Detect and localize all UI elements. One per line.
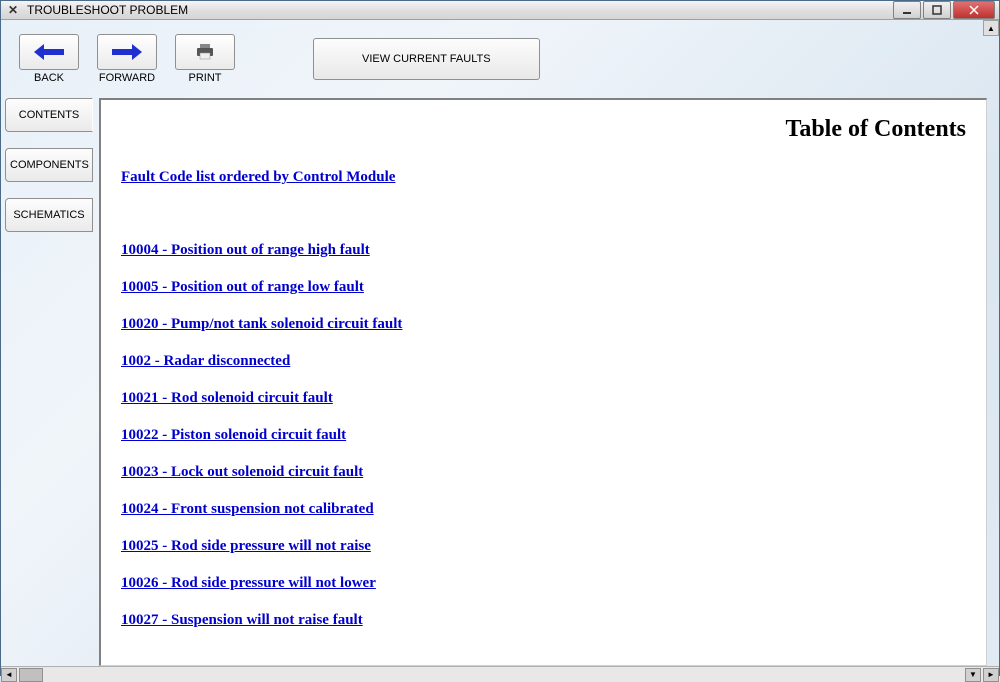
fault-link[interactable]: 10022 - Piston solenoid circuit fault [121,427,966,444]
fault-link[interactable]: 1002 - Radar disconnected [121,353,966,370]
window-frame: ✕ TROUBLESHOOT PROBLEM ▲ BACK [0,0,1000,676]
content-area: CONTENTS COMPONENTS SCHEMATICS Table of … [1,98,999,666]
window-title: TROUBLESHOOT PROBLEM [27,3,891,17]
fault-link[interactable]: 10023 - Lock out solenoid circuit fault [121,464,966,481]
scroll-up-arrow[interactable]: ▲ [983,20,999,36]
fault-link[interactable]: 10005 - Position out of range low fault [121,279,966,296]
scroll-down-arrow[interactable]: ▼ [965,668,981,682]
tab-schematics[interactable]: SCHEMATICS [5,198,93,232]
fault-link[interactable]: 10021 - Rod solenoid circuit fault [121,390,966,407]
maximize-button[interactable] [923,1,951,19]
fault-link[interactable]: 10024 - Front suspension not calibrated [121,501,966,518]
print-label: PRINT [189,72,222,84]
minimize-button[interactable] [893,1,921,19]
content-panel: Table of Contents Fault Code list ordere… [99,98,987,666]
back-label: BACK [34,72,64,84]
back-button[interactable]: BACK [19,34,79,84]
main-body: ▲ BACK FORWARD [1,20,999,682]
scroll-left-arrow[interactable]: ◄ [1,668,17,682]
toolbar: BACK FORWARD PRINT VIEW CURRENT FAU [1,20,999,98]
forward-button[interactable]: FORWARD [97,34,157,84]
fault-code-list-link[interactable]: Fault Code list ordered by Control Modul… [121,169,966,186]
arrow-left-icon [19,34,79,70]
fault-link[interactable]: 10025 - Rod side pressure will not raise [121,538,966,555]
fault-link[interactable]: 10004 - Position out of range high fault [121,242,966,259]
arrow-right-icon [97,34,157,70]
titlebar: ✕ TROUBLESHOOT PROBLEM [1,1,999,20]
horizontal-scrollbar[interactable]: ◄ ▼ ► [1,666,999,682]
window-controls [891,1,995,19]
scroll-right-arrow[interactable]: ► [983,668,999,682]
tab-components[interactable]: COMPONENTS [5,148,93,182]
print-button[interactable]: PRINT [175,34,235,84]
view-current-faults-button[interactable]: VIEW CURRENT FAULTS [313,38,540,80]
printer-icon [175,34,235,70]
fault-link[interactable]: 10020 - Pump/not tank solenoid circuit f… [121,316,966,333]
tabs-column: CONTENTS COMPONENTS SCHEMATICS [5,98,93,666]
scroll-thumb[interactable] [19,668,43,682]
close-button[interactable] [953,1,995,19]
page-title: Table of Contents [121,116,966,143]
forward-label: FORWARD [99,72,155,84]
app-icon: ✕ [5,2,21,18]
tab-contents[interactable]: CONTENTS [5,98,93,132]
fault-link[interactable]: 10026 - Rod side pressure will not lower [121,575,966,592]
fault-link[interactable]: 10027 - Suspension will not raise fault [121,612,966,629]
